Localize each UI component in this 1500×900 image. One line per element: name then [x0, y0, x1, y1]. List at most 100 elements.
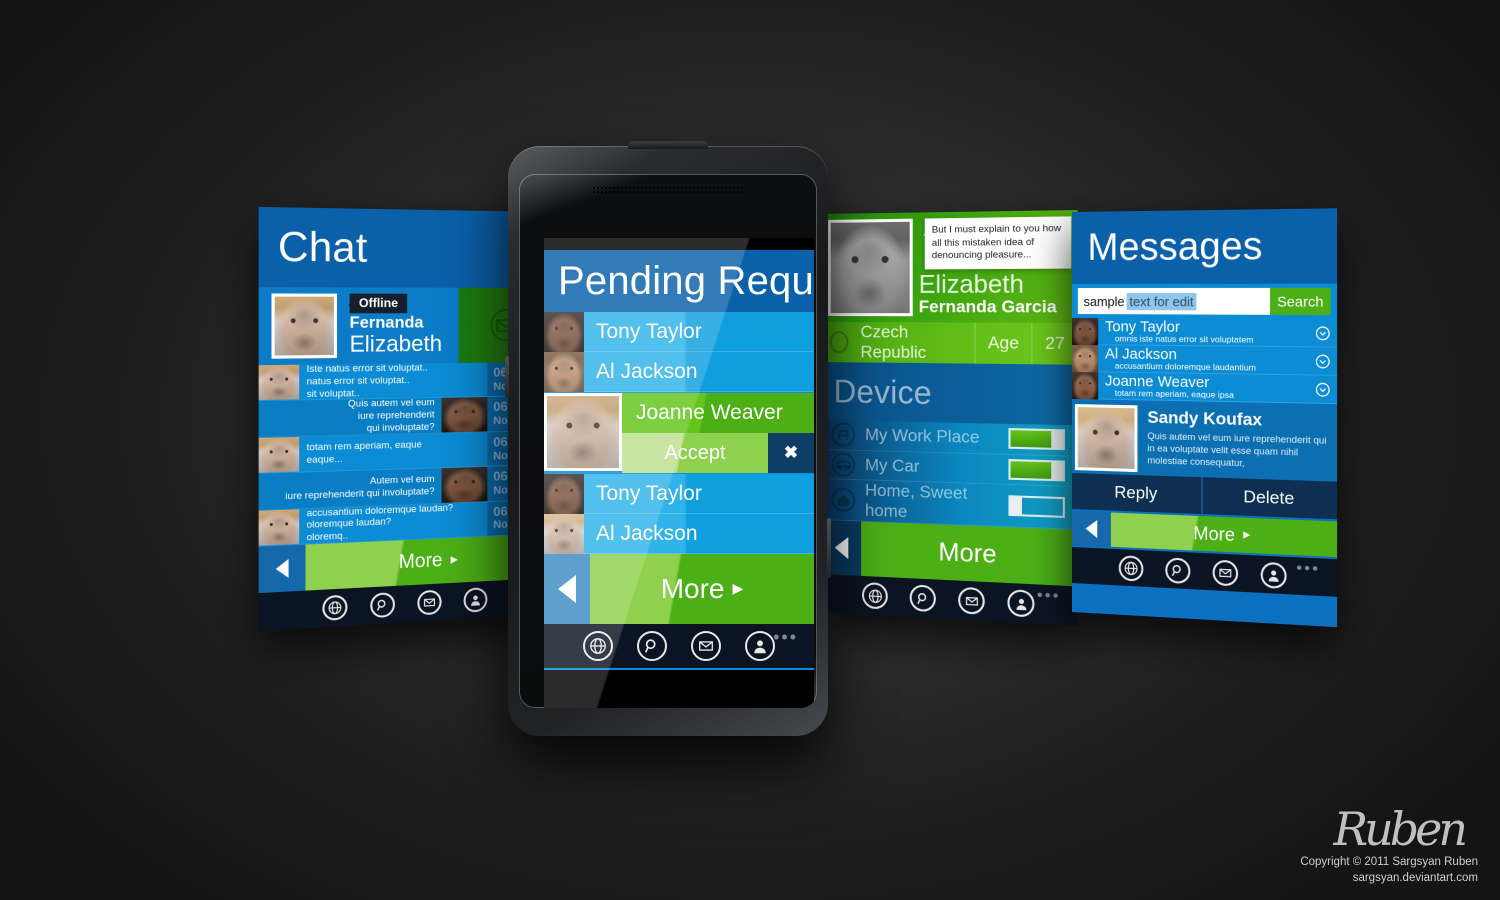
search-text-prefix: sample: [1083, 293, 1125, 309]
copyright-text: Copyright © 2011 Sargsyan Ruben: [1300, 855, 1478, 868]
person-icon[interactable]: [463, 587, 488, 613]
profile-full-name: Fernanda Garcia: [918, 297, 1057, 317]
device-panel: But I must explain to you how all this m…: [822, 209, 1078, 627]
mail-icon[interactable]: [958, 586, 985, 615]
chat-profile-strip[interactable]: Offline Fernanda Elizabeth: [258, 287, 546, 366]
mail-icon[interactable]: [1212, 559, 1239, 587]
decline-button[interactable]: ✖: [768, 433, 814, 473]
signature-mark: Ruben: [1333, 802, 1468, 857]
back-button[interactable]: [544, 554, 590, 624]
request-row[interactable]: Tony Taylor: [544, 312, 814, 352]
device-section-header: Device: [822, 362, 1078, 426]
list-item[interactable]: Tony Taylor omnis iste natus error sit v…: [1072, 318, 1338, 348]
chat-message-text: totam rem aperiam, eaque eaque...: [299, 432, 488, 472]
ellipsis-icon[interactable]: •••: [1296, 559, 1320, 578]
back-button[interactable]: [258, 544, 306, 594]
device-label: Home, Sweet home: [865, 480, 968, 522]
avatar: [1072, 345, 1099, 373]
person-icon[interactable]: [1007, 589, 1035, 618]
back-button[interactable]: [1072, 511, 1111, 547]
accept-button[interactable]: Accept: [622, 433, 768, 473]
volume-button[interactable]: [505, 356, 509, 398]
avatar: [441, 397, 488, 433]
thread-body: Joanne Weaver totam rem aperiam, eaque i…: [1098, 372, 1307, 402]
messages-panel: Messages sample text for edit Search Ton…: [1072, 208, 1338, 628]
age-value: 27: [1045, 333, 1065, 354]
status-badge: Offline: [349, 293, 408, 314]
ellipsis-icon[interactable]: •••: [1037, 586, 1061, 605]
search-button[interactable]: Search: [1270, 287, 1331, 316]
home-icon: [822, 486, 865, 514]
more-label: More: [938, 537, 997, 569]
earpiece-speaker: [592, 186, 744, 195]
avatar: [544, 474, 584, 514]
request-row-selected[interactable]: Joanne Weaver Accept ✖: [544, 393, 814, 473]
request-name: Al Jackson: [596, 521, 698, 545]
chat-message-text: Quis autem vel eum iure reprehenderit qu…: [258, 397, 442, 437]
device-toggle[interactable]: [1008, 495, 1065, 518]
open-message-text: Quis autem vel eum iure reprehenderit qu…: [1147, 429, 1327, 469]
avatar: [271, 293, 338, 359]
device-label: My Work Place: [865, 425, 980, 448]
profile-bio-card: But I must explain to you how all this m…: [822, 209, 1078, 323]
globe-icon[interactable]: [1118, 554, 1144, 582]
avatar: [1072, 318, 1099, 346]
avatar: [258, 508, 300, 546]
chevron-down-icon[interactable]: [1308, 319, 1338, 346]
search-icon[interactable]: [637, 631, 667, 661]
delete-button[interactable]: Delete: [1200, 477, 1338, 520]
thread-body: Al Jackson accusantium doloremque laudan…: [1098, 345, 1307, 374]
country-value: Czech Republic: [860, 322, 927, 363]
open-message-body: Sandy Koufax Quis autem vel eum iure rep…: [1137, 402, 1337, 481]
device-toggle[interactable]: [1008, 428, 1065, 451]
request-row[interactable]: Al Jackson: [544, 352, 814, 392]
chat-message-row[interactable]: Iste natus error sit voluptat.. natus er…: [258, 362, 546, 402]
mail-icon[interactable]: [691, 631, 721, 661]
more-button[interactable]: More ▶: [590, 554, 814, 624]
person-icon[interactable]: [1260, 561, 1287, 589]
phone-bezel: Pending Requests Tony Taylor Al Jackson: [519, 174, 817, 708]
back-arrow-icon: [834, 536, 849, 560]
globe-icon[interactable]: [583, 631, 613, 661]
chevron-right-icon: ▶: [1243, 528, 1251, 540]
chevron-down-icon[interactable]: [1308, 347, 1338, 375]
back-arrow-icon: [558, 575, 576, 603]
search-input[interactable]: sample text for edit: [1077, 287, 1271, 315]
back-arrow-icon: [1085, 519, 1098, 539]
search-icon[interactable]: [909, 584, 936, 613]
search-icon[interactable]: [370, 592, 395, 619]
mail-icon[interactable]: [417, 589, 442, 616]
search-icon[interactable]: [1165, 556, 1191, 584]
request-actions: Accept ✖: [622, 433, 814, 473]
quote-bubble: But I must explain to you how all this m…: [924, 216, 1072, 270]
phone-device: Pending Requests Tony Taylor Al Jackson: [505, 141, 831, 736]
avatar: [258, 364, 300, 401]
phone-header: Pending Requests: [544, 250, 814, 312]
messages-header: Messages: [1072, 208, 1338, 284]
chevron-down-icon[interactable]: [1308, 375, 1338, 403]
globe-icon[interactable]: [862, 581, 888, 610]
thread-preview: accusantium doloremque laudantium: [1114, 360, 1257, 373]
request-list: Tony Taylor Al Jackson Joanne Weaver Acc…: [544, 312, 814, 554]
device-list: My Work Place My Car Home, Sweet home: [822, 420, 1078, 530]
request-name: Tony Taylor: [596, 319, 702, 343]
power-button[interactable]: [827, 518, 831, 578]
chevron-right-icon: ▶: [450, 553, 458, 566]
messages-title: Messages: [1087, 224, 1263, 269]
search-text-selected: text for edit: [1126, 292, 1197, 310]
device-label: My Car: [865, 454, 920, 476]
request-row[interactable]: Al Jackson: [544, 514, 814, 554]
location-pin-icon: [829, 331, 849, 354]
device-toggle[interactable]: [1008, 458, 1065, 482]
list-item[interactable]: Al Jackson accusantium doloremque laudan…: [1072, 345, 1338, 376]
profile-facts-row: Czech Republic Age 27: [822, 322, 1078, 365]
globe-icon[interactable]: [322, 594, 348, 621]
thread-preview: totam rem aperiam, eaque ipsa: [1114, 387, 1234, 400]
ellipsis-icon[interactable]: •••: [773, 628, 798, 646]
person-icon[interactable]: [745, 631, 775, 661]
reply-button[interactable]: Reply: [1072, 473, 1201, 514]
avatar: [441, 467, 488, 503]
chat-title: Chat: [277, 224, 368, 271]
list-item[interactable]: Joanne Weaver totam rem aperiam, eaque i…: [1072, 372, 1338, 405]
request-row[interactable]: Tony Taylor: [544, 474, 814, 514]
